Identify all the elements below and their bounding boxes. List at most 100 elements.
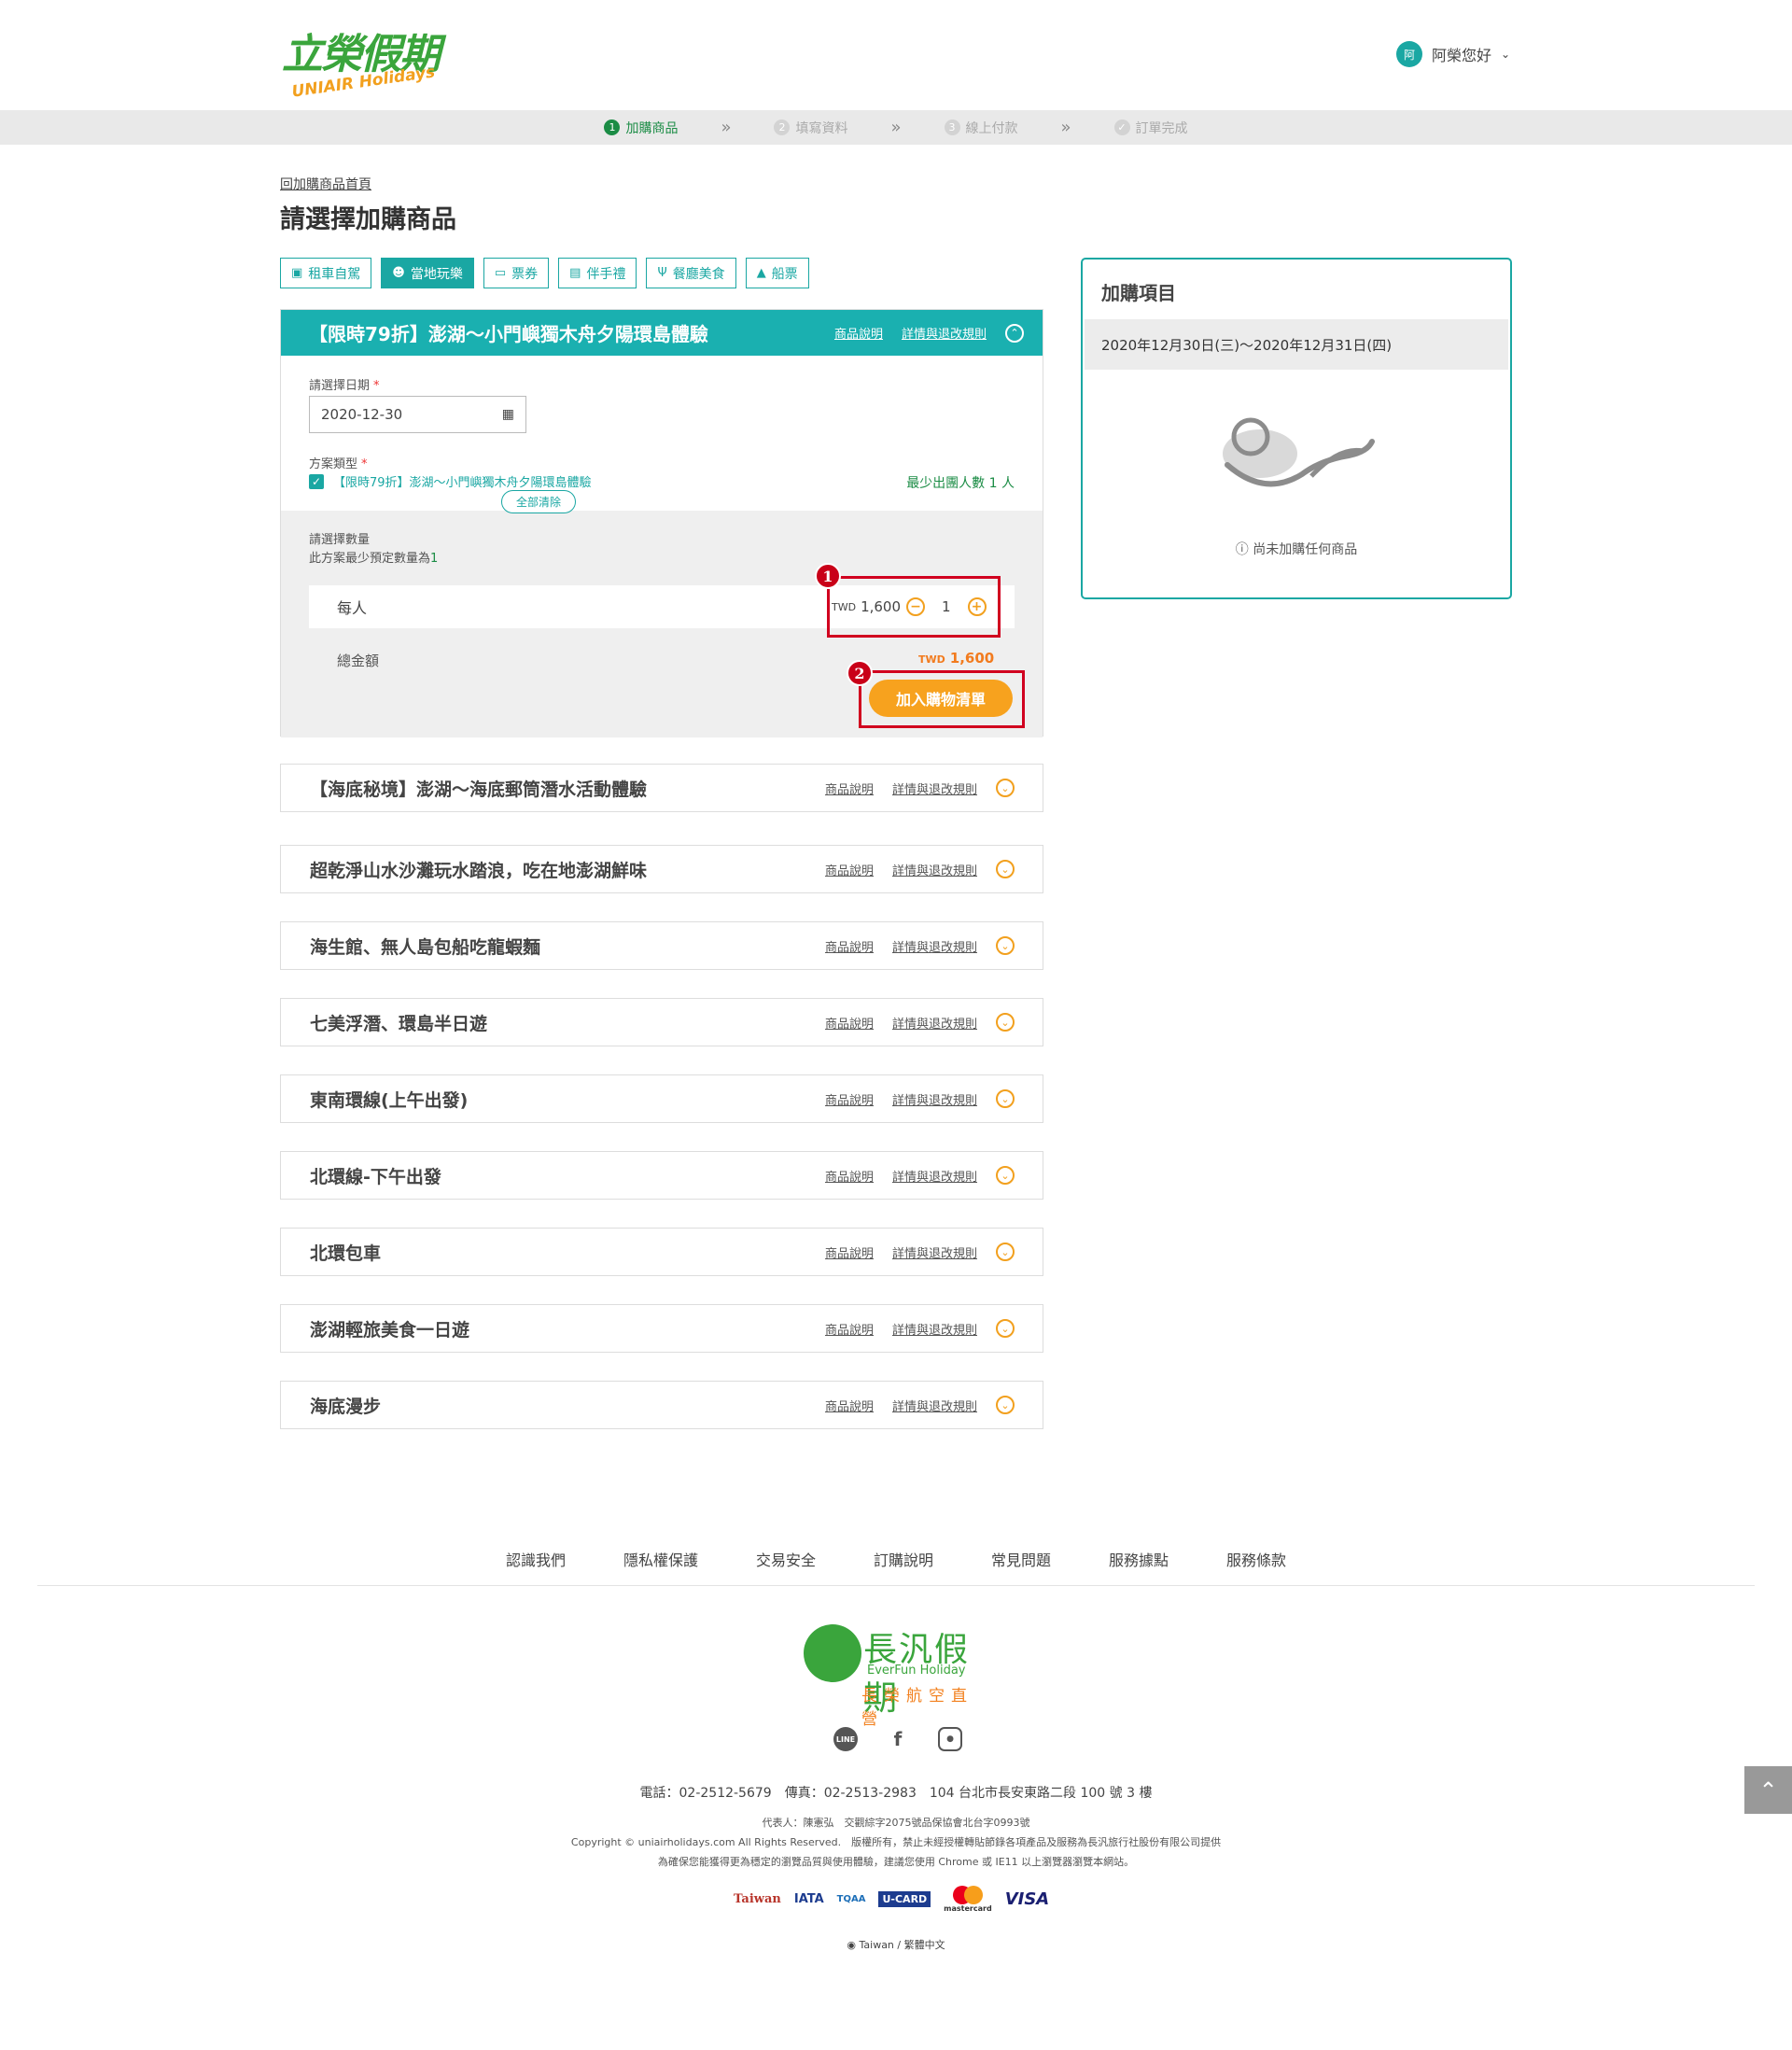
tab-tickets[interactable]: ▭ 票券 (483, 258, 550, 288)
chevron-down-icon[interactable]: ⌄ (996, 1013, 1015, 1032)
fork-knife-icon: Ψ (657, 266, 667, 280)
uniair-holidays-logo[interactable]: 立榮假期 UNIAIR Holidays (282, 21, 441, 102)
date-label: 請選擇日期 * (309, 379, 380, 393)
cart-empty-text: ⓘ 尚未加購任何商品 (1235, 542, 1358, 557)
tab-gifts[interactable]: ▤ 伴手禮 (558, 258, 637, 288)
product-rules-link[interactable]: 詳情與退改規則 (902, 324, 987, 342)
chevron-down-icon[interactable]: ⌄ (996, 779, 1015, 797)
empty-cart-illustration-icon (1223, 417, 1375, 487)
facebook-icon[interactable]: f (886, 1727, 910, 1751)
product-rules-link[interactable]: 詳情與退改規則 (892, 1397, 977, 1414)
back-to-top-button[interactable]: ⌃ (1744, 1766, 1792, 1814)
product-desc-link[interactable]: 商品說明 (825, 1320, 874, 1338)
product-desc-link[interactable]: 商品說明 (825, 1243, 874, 1261)
checkbox-checked-icon[interactable]: ✓ (309, 473, 324, 489)
visa-logo: VISA (1004, 1889, 1050, 1909)
product-item[interactable]: 海底漫步 商品說明 詳情與退改規則 ⌄ (280, 1381, 1043, 1429)
product-item[interactable]: 海生館、無人島包船吃龍蝦麵 商品說明 詳情與退改規則 ⌄ (280, 921, 1043, 970)
tqaa-logo: TQAA (836, 1894, 866, 1904)
line-icon[interactable]: LINE (833, 1727, 858, 1751)
everfun-logo: 長汎假期 EverFun Holiday 長榮航空直營 (804, 1622, 990, 1729)
chevron-up-icon[interactable]: ⌃ (1005, 323, 1024, 343)
calendar-icon: ▦ (501, 407, 514, 422)
chevron-down-icon[interactable]: ⌄ (996, 1319, 1015, 1338)
category-tabs: ▣ 租車自駕 ☻ 當地玩樂 ▭ 票券 ▤ 伴手禮 Ψ 餐廳美食 ▲ 船票 (280, 258, 809, 288)
footer-link-ordering[interactable]: 訂購說明 (874, 1548, 933, 1570)
footer-link-faq[interactable]: 常見問題 (991, 1548, 1051, 1570)
footer-link-about[interactable]: 認識我們 (506, 1548, 566, 1570)
product-header[interactable]: 【限時79折】澎湖～小門嶼獨木舟夕陽環島體驗 商品說明 詳情與退改規則 ⌃ (281, 310, 1043, 356)
product-rules-link[interactable]: 詳情與退改規則 (892, 1243, 977, 1261)
product-rules-link[interactable]: 詳情與退改規則 (892, 1320, 977, 1338)
cart-title: 加購項目 (1101, 282, 1176, 304)
footer-link-privacy[interactable]: 隱私權保護 (623, 1548, 698, 1570)
annotation-box-1 (827, 576, 1001, 638)
qty-min-text: 此方案最少預定數量為1 (309, 552, 439, 566)
payment-logos: Taiwan IATA TQAA U-CARD mastercard VISA (734, 1886, 1049, 1913)
product-rules-link[interactable]: 詳情與退改規則 (892, 937, 977, 955)
clear-all-button[interactable]: 全部清除 (501, 490, 576, 513)
tab-car-rental[interactable]: ▣ 租車自駕 (280, 258, 372, 288)
boat-icon: ▲ (756, 266, 766, 280)
product-rules-link[interactable]: 詳情與退改規則 (892, 1014, 977, 1032)
product-desc-link[interactable]: 商品說明 (825, 1014, 874, 1032)
product-desc-link[interactable]: 商品說明 (825, 779, 874, 797)
footer-link-terms[interactable]: 服務條款 (1226, 1548, 1286, 1570)
product-item[interactable]: 北環線-下午出發 商品說明 詳情與退改規則 ⌄ (280, 1151, 1043, 1200)
info-icon: ⓘ (1235, 542, 1253, 557)
globe-icon: ◉ (847, 1939, 860, 1951)
chevron-down-icon[interactable]: ⌄ (996, 1166, 1015, 1185)
plan-name: 【限時79折】澎湖～小門嶼獨木舟夕陽環島體驗 (333, 476, 592, 490)
car-icon: ▣ (291, 266, 303, 280)
tab-boat-tickets[interactable]: ▲ 船票 (745, 258, 809, 288)
back-link[interactable]: 回加購商品首頁 (280, 175, 371, 193)
footer-link-security[interactable]: 交易安全 (756, 1548, 816, 1570)
chevron-down-icon[interactable]: ⌄ (996, 1089, 1015, 1108)
product-desc-link[interactable]: 商品說明 (834, 324, 883, 342)
product-item[interactable]: 北環包車 商品說明 詳情與退改規則 ⌄ (280, 1228, 1043, 1276)
cart-summary: 加購項目 2020年12月30日(三)～2020年12月31日(四) ⓘ 尚未加… (1081, 258, 1512, 599)
product-rules-link[interactable]: 詳情與退改規則 (892, 1090, 977, 1108)
product-item[interactable]: 超乾淨山水沙灘玩水踏浪，吃在地澎湖鮮味 商品說明 詳情與退改規則 ⌄ (280, 845, 1043, 893)
product-item[interactable]: 【海底秘境】澎湖～海底郵筒潛水活動體驗 商品說明 詳情與退改規則 ⌄ (280, 764, 1043, 812)
product-item[interactable]: 東南環線(上午出發) 商品說明 詳情與退改規則 ⌄ (280, 1074, 1043, 1123)
product-desc-link[interactable]: 商品說明 (825, 861, 874, 878)
double-chevron-icon: » (890, 118, 902, 137)
product-desc-link[interactable]: 商品說明 (825, 1397, 874, 1414)
product-desc-link[interactable]: 商品說明 (825, 1167, 874, 1185)
add-to-cart-button[interactable]: 加入購物清單 (869, 680, 1013, 717)
chevron-down-icon[interactable]: ⌄ (996, 1396, 1015, 1414)
product-rules-link[interactable]: 詳情與退改規則 (892, 861, 977, 878)
double-chevron-icon: » (1060, 118, 1071, 137)
step-complete: ✓ 訂單完成 (1113, 119, 1188, 137)
min-group-size: 最少出團人數 1 人 (906, 476, 1015, 491)
page-title: 請選擇加購商品 (280, 205, 456, 234)
chevron-down-icon[interactable]: ⌄ (996, 936, 1015, 955)
product-rules-link[interactable]: 詳情與退改規則 (892, 779, 977, 797)
gift-icon: ▤ (569, 266, 581, 280)
tab-local-fun[interactable]: ☻ 當地玩樂 (381, 258, 474, 288)
ticket-icon: ▭ (494, 266, 507, 280)
tab-restaurants[interactable]: Ψ 餐廳美食 (646, 258, 736, 288)
annotation-badge-1: 1 (815, 563, 841, 589)
user-menu[interactable]: 阿 阿榮您好 ⌄ (1396, 41, 1510, 67)
product-desc-link[interactable]: 商品說明 (825, 937, 874, 955)
instagram-icon[interactable]: ● (938, 1727, 962, 1751)
double-chevron-icon: » (721, 118, 732, 137)
product-rules-link[interactable]: 詳情與退改規則 (892, 1167, 977, 1185)
product-item[interactable]: 澎湖輕旅美食一日遊 商品說明 詳情與退改規則 ⌄ (280, 1304, 1043, 1353)
step-fill-info: 2 填寫資料 (774, 119, 847, 137)
plan-option[interactable]: ✓ 【限時79折】澎湖～小門嶼獨木舟夕陽環島體驗 (309, 472, 592, 490)
ucard-logo: U-CARD (878, 1891, 931, 1907)
date-input[interactable]: 2020-12-30 ▦ (309, 396, 526, 433)
tree-icon (804, 1624, 861, 1682)
chevron-down-icon[interactable]: ⌄ (996, 1243, 1015, 1261)
product-item[interactable]: 七美浮潛、環島半日遊 商品說明 詳情與退改規則 ⌄ (280, 998, 1043, 1046)
iata-logo: IATA (793, 1892, 824, 1906)
chevron-down-icon[interactable]: ⌄ (996, 860, 1015, 878)
product-desc-link[interactable]: 商品說明 (825, 1090, 874, 1108)
language-selector[interactable]: ◉ Taiwan / 繁體中文 (0, 1937, 1792, 1952)
qty-label: 請選擇數量 (309, 533, 371, 547)
footer-link-locations[interactable]: 服務據點 (1109, 1548, 1169, 1570)
product-title: 【限時79折】澎湖～小門嶼獨木舟夕陽環島體驗 (309, 323, 708, 345)
